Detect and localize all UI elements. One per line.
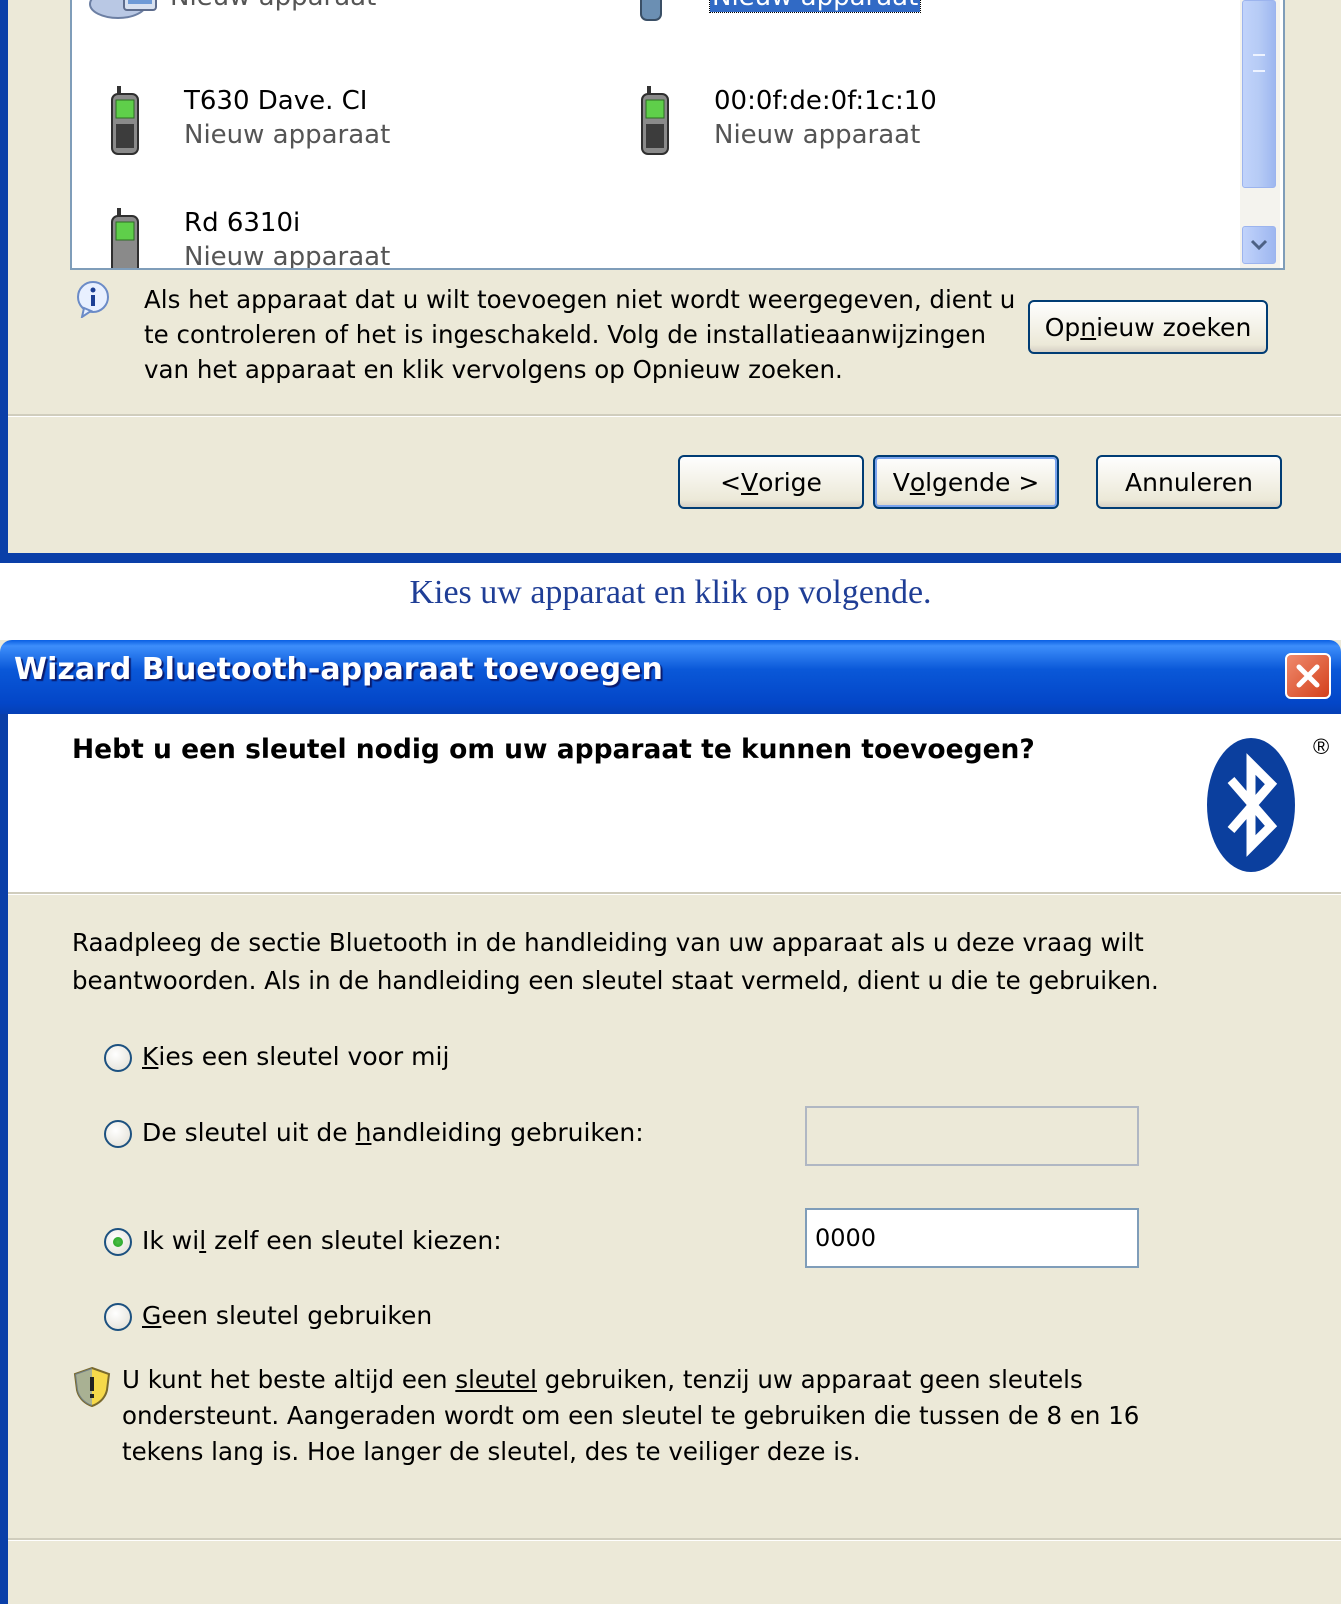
label-part: ies een sleutel voor mij: [158, 1042, 450, 1071]
phone-icon: [641, 86, 669, 155]
option-custom-key[interactable]: Ik wil zelf een sleutel kiezen:: [104, 1226, 664, 1260]
label-accel: h: [355, 1118, 372, 1147]
security-shield-icon: [73, 1366, 111, 1408]
window-frame-bottom: [0, 553, 1341, 563]
label-part: een sleutel gebruiken: [161, 1301, 433, 1330]
option-label: De sleutel uit de handleiding gebruiken:: [142, 1118, 644, 1147]
window-frame-left: [0, 714, 8, 1604]
scrollbar-thumb[interactable]: [1242, 0, 1276, 188]
divider: [8, 414, 1341, 417]
back-accel: V: [741, 467, 759, 497]
option-manual-key[interactable]: De sleutel uit de handleiding gebruiken:: [104, 1118, 664, 1152]
security-tip-text: U kunt het beste altijd een sleutel gebr…: [122, 1362, 1162, 1470]
radio-button-selected[interactable]: [104, 1228, 132, 1256]
info-icon: [77, 281, 109, 318]
next-button[interactable]: Vo lgende >: [873, 455, 1059, 509]
custom-key-field[interactable]: [805, 1208, 1139, 1268]
phone-icon: [111, 208, 139, 268]
rescan-label: Op: [1044, 312, 1081, 342]
registered-mark: ®: [1313, 734, 1330, 759]
option-no-key[interactable]: Geen sleutel gebruiken: [104, 1301, 524, 1335]
passkey-help-link[interactable]: sleutel: [455, 1365, 537, 1394]
bluetooth-logo-icon: [1207, 738, 1295, 872]
radio-button[interactable]: [104, 1120, 132, 1148]
label-accel: G: [142, 1301, 162, 1330]
scrollbar-grip-icon: [1253, 54, 1265, 72]
device-status: Nieuw apparaat: [184, 120, 391, 150]
option-label: Geen sleutel gebruiken: [142, 1301, 432, 1330]
phone-icon: [111, 86, 139, 155]
next-accel: o: [909, 467, 926, 497]
close-icon: [1296, 664, 1320, 688]
scroll-down-button[interactable]: [1242, 226, 1276, 264]
next-label: V: [892, 467, 910, 497]
label-part: andleiding gebruiken:: [371, 1118, 644, 1147]
device-status: Nieuw apparaat: [170, 0, 376, 12]
label-part: Ik wi: [142, 1226, 200, 1255]
label-part: De sleutel uit de: [142, 1118, 356, 1147]
radio-button[interactable]: [104, 1044, 132, 1072]
caption-text: Kies uw apparaat en klik op volgende.: [409, 574, 932, 611]
cancel-button[interactable]: Annuleren: [1096, 455, 1282, 509]
phone-icon: [640, 0, 662, 21]
close-button[interactable]: [1285, 653, 1331, 699]
radio-button[interactable]: [104, 1303, 132, 1331]
rescan-accel: n: [1080, 312, 1097, 342]
label-part: zelf een sleutel kiezen:: [206, 1226, 502, 1255]
computer-icon: [89, 0, 157, 19]
back-label: orige: [758, 467, 822, 497]
divider: [8, 1538, 1341, 1541]
device-name: Rd 6310i: [184, 208, 301, 238]
device-status-selected: Nieuw apparaat: [708, 0, 922, 13]
device-name: T630 Dave. CI: [184, 86, 368, 116]
option-auto-key[interactable]: Kies een sleutel voor mij: [104, 1042, 524, 1076]
next-label: lgende >: [925, 467, 1040, 497]
rescan-button[interactable]: Op n ieuw zoeken: [1028, 300, 1268, 354]
divider: [8, 892, 1341, 895]
device-list[interactable]: Nieuw apparaat Nieuw apparaat T630 Dave.…: [70, 0, 1285, 270]
device-status: Nieuw apparaat: [184, 242, 391, 270]
tip-part: U kunt het beste altijd een: [122, 1365, 456, 1394]
rescan-label: ieuw zoeken: [1096, 312, 1252, 342]
device-name: 00:0f:de:0f:1c:10: [714, 86, 937, 116]
page-title: Hebt u een sleutel nodig om uw apparaat …: [72, 734, 1035, 765]
radio-selected-dot: [113, 1237, 123, 1247]
chevron-down-icon: [1250, 239, 1268, 251]
back-label: <: [720, 467, 742, 497]
manual-key-field[interactable]: [805, 1106, 1139, 1166]
window-title: Wizard Bluetooth-apparaat toevoegen: [14, 652, 663, 687]
back-button[interactable]: < Vorige: [678, 455, 864, 509]
device-status: Nieuw apparaat: [714, 120, 921, 150]
rescan-info-text: Als het apparaat dat u wilt toevoegen ni…: [144, 285, 1016, 384]
option-label: Ik wil zelf een sleutel kiezen:: [142, 1226, 502, 1255]
label-accel: K: [142, 1042, 159, 1071]
window-frame-left: [0, 0, 8, 563]
option-label: Kies een sleutel voor mij: [142, 1042, 449, 1071]
instruction-text: Raadpleeg de sectie Bluetooth in de hand…: [72, 928, 1159, 995]
